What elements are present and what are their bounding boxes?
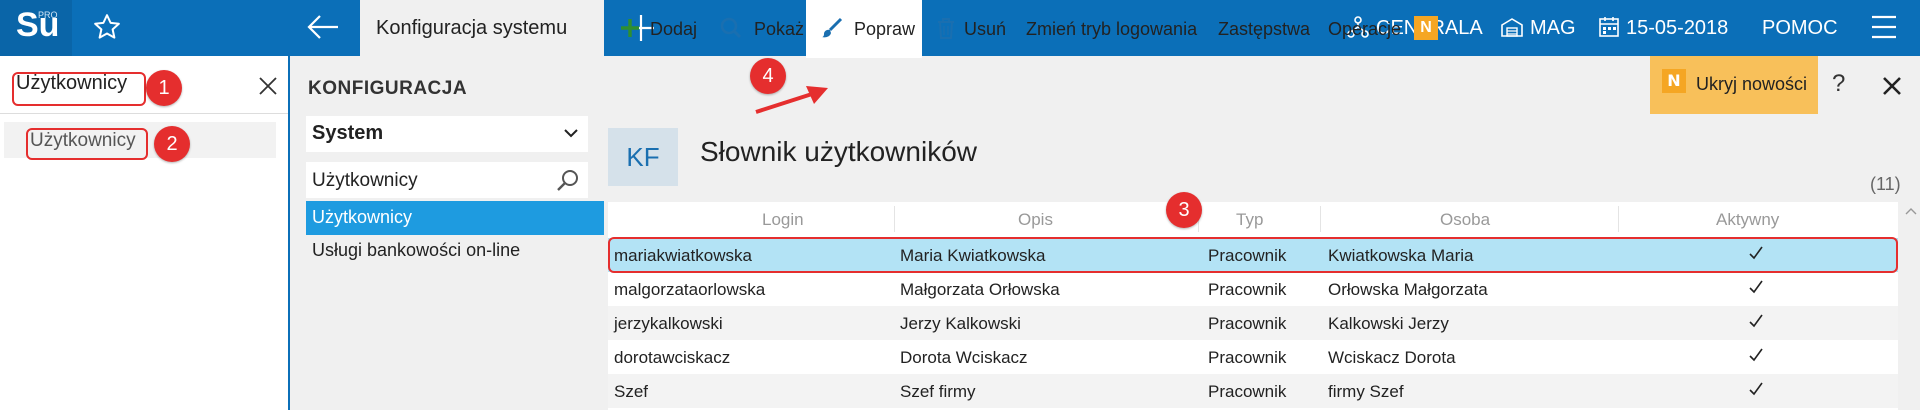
cell-login: Szef (614, 382, 649, 401)
cell-opis: Dorota Wciskacz (900, 348, 1028, 367)
logo-sup: PRO (38, 10, 58, 20)
highlight-selected-row (608, 237, 1898, 273)
close-window-icon[interactable] (1882, 76, 1902, 96)
callout-marker-1: 1 (146, 70, 182, 106)
column-header-login[interactable]: Login (762, 210, 804, 230)
column-header-aktywny[interactable]: Aktywny (1716, 210, 1779, 230)
plus-icon (621, 19, 639, 38)
star-icon[interactable] (92, 12, 122, 42)
cell-opis: Szef firmy (900, 382, 976, 401)
cell-opis: Małgorzata Orłowska (900, 280, 1060, 299)
help-menu[interactable]: POMOC (1762, 0, 1838, 56)
config-item-users-label: Użytkownicy (312, 207, 413, 227)
config-item-online-banking[interactable]: Usługi bankowości on-line (312, 240, 520, 261)
hamburger-menu-icon[interactable] (1870, 14, 1898, 40)
record-count: (11) (1870, 174, 1901, 194)
configuration-title: KONFIGURACJA (308, 78, 468, 99)
date-label: 15-05-2018 (1626, 17, 1729, 39)
module-icon: KF (608, 128, 678, 186)
check-icon (1749, 280, 1763, 294)
cell-osoba: Kalkowski Jerzy (1328, 314, 1449, 333)
edit-button[interactable]: Popraw (806, 0, 922, 58)
help-button[interactable]: ? (1832, 70, 1845, 98)
cell-opis: Jerzy Kalkowski (900, 314, 1021, 333)
mag-menu[interactable]: MAG (1500, 0, 1576, 56)
table-header: Login Opis Typ Osoba Aktywny (608, 202, 1898, 236)
cell-typ: Pracownik (1208, 314, 1287, 333)
search-icon[interactable] (556, 169, 580, 193)
cell-login: malgorzataorlowska (614, 280, 766, 299)
chevron-down-icon (564, 129, 578, 138)
delete-button[interactable]: Usuń (936, 0, 1006, 58)
check-icon (1749, 314, 1763, 328)
config-search-value: Użytkownicy (312, 170, 418, 191)
section-select[interactable]: System (306, 116, 588, 152)
operations-button[interactable]: Operacje N (1328, 0, 1439, 58)
substitutes-button[interactable]: Zastępstwa (1218, 0, 1310, 58)
delete-label: Usuń (964, 19, 1007, 39)
cell-osoba: Orłowska Małgorzata (1328, 280, 1488, 299)
calendar-icon (1599, 16, 1619, 37)
cell-typ: Pracownik (1208, 348, 1287, 367)
hide-news-button[interactable]: N Ukryj nowości (1650, 56, 1818, 114)
table-row[interactable]: Szef Szef firmy Pracownik firmy Szef (608, 374, 1898, 408)
add-button[interactable]: Dodaj (620, 0, 697, 58)
cell-osoba: firmy Szef (1328, 382, 1404, 401)
highlight-search (12, 72, 146, 106)
show-label: Pokaż (754, 19, 805, 39)
change-login-mode-button[interactable]: Zmień tryb logowania (1026, 0, 1197, 58)
config-item-users[interactable]: Użytkownicy (306, 201, 604, 235)
cell-login: dorotawciskacz (614, 348, 731, 367)
show-button[interactable]: Pokaż (720, 0, 804, 58)
search-panel: Użytkownicy Użytkownicy (0, 56, 290, 410)
mag-label: MAG (1530, 17, 1576, 39)
column-header-opis[interactable]: Opis (1018, 210, 1053, 230)
table-row[interactable]: jerzykalkowski Jerzy Kalkowski Pracownik… (608, 306, 1898, 340)
highlight-result (26, 128, 148, 160)
table-row[interactable]: dorotawciskacz Dorota Wciskacz Pracownik… (608, 340, 1898, 374)
column-header-typ[interactable]: Typ (1236, 210, 1263, 230)
hide-news-badge: N (1662, 69, 1686, 93)
warehouse-icon (1501, 17, 1523, 37)
configuration-panel: KONFIGURACJA System Użytkownicy Użytkown… (292, 56, 604, 410)
cell-typ: Pracownik (1208, 280, 1287, 299)
cell-osoba: Wciskacz Dorota (1328, 348, 1456, 367)
callout-marker-3: 3 (1166, 192, 1202, 228)
users-table: Login Opis Typ Osoba Aktywny mariakwiatk… (608, 202, 1898, 410)
trash-icon (938, 18, 954, 40)
table-row[interactable]: malgorzataorlowska Małgorzata Orłowska P… (608, 272, 1898, 306)
cell-typ: Pracownik (1208, 382, 1287, 401)
back-arrow-icon[interactable] (306, 12, 340, 42)
callout-marker-2: 2 (154, 126, 190, 162)
new-badge-icon: N (1414, 16, 1439, 41)
brush-icon (822, 18, 843, 38)
scroll-up-icon[interactable] (1904, 204, 1918, 218)
close-icon[interactable] (258, 76, 278, 96)
edit-label: Popraw (854, 19, 916, 39)
magnifier-icon (720, 17, 742, 39)
operations-label: Operacje (1328, 19, 1402, 39)
hide-news-label: Ukryj nowości (1696, 74, 1808, 94)
callout-arrow-icon (755, 86, 828, 114)
date-menu[interactable]: 15-05-2018 (1598, 0, 1728, 56)
check-icon (1749, 348, 1763, 362)
app-logo[interactable]: Su PRO (0, 0, 72, 56)
page-title: Słownik użytkowników (700, 136, 977, 167)
add-label: Dodaj (650, 19, 698, 39)
column-header-osoba[interactable]: Osoba (1440, 210, 1490, 230)
cell-login: jerzykalkowski (614, 314, 723, 333)
check-icon (1749, 382, 1763, 396)
section-select-value: System (312, 122, 384, 144)
tab-system-configuration[interactable]: Konfiguracja systemu (360, 0, 604, 56)
config-search-input[interactable]: Użytkownicy (306, 162, 588, 198)
